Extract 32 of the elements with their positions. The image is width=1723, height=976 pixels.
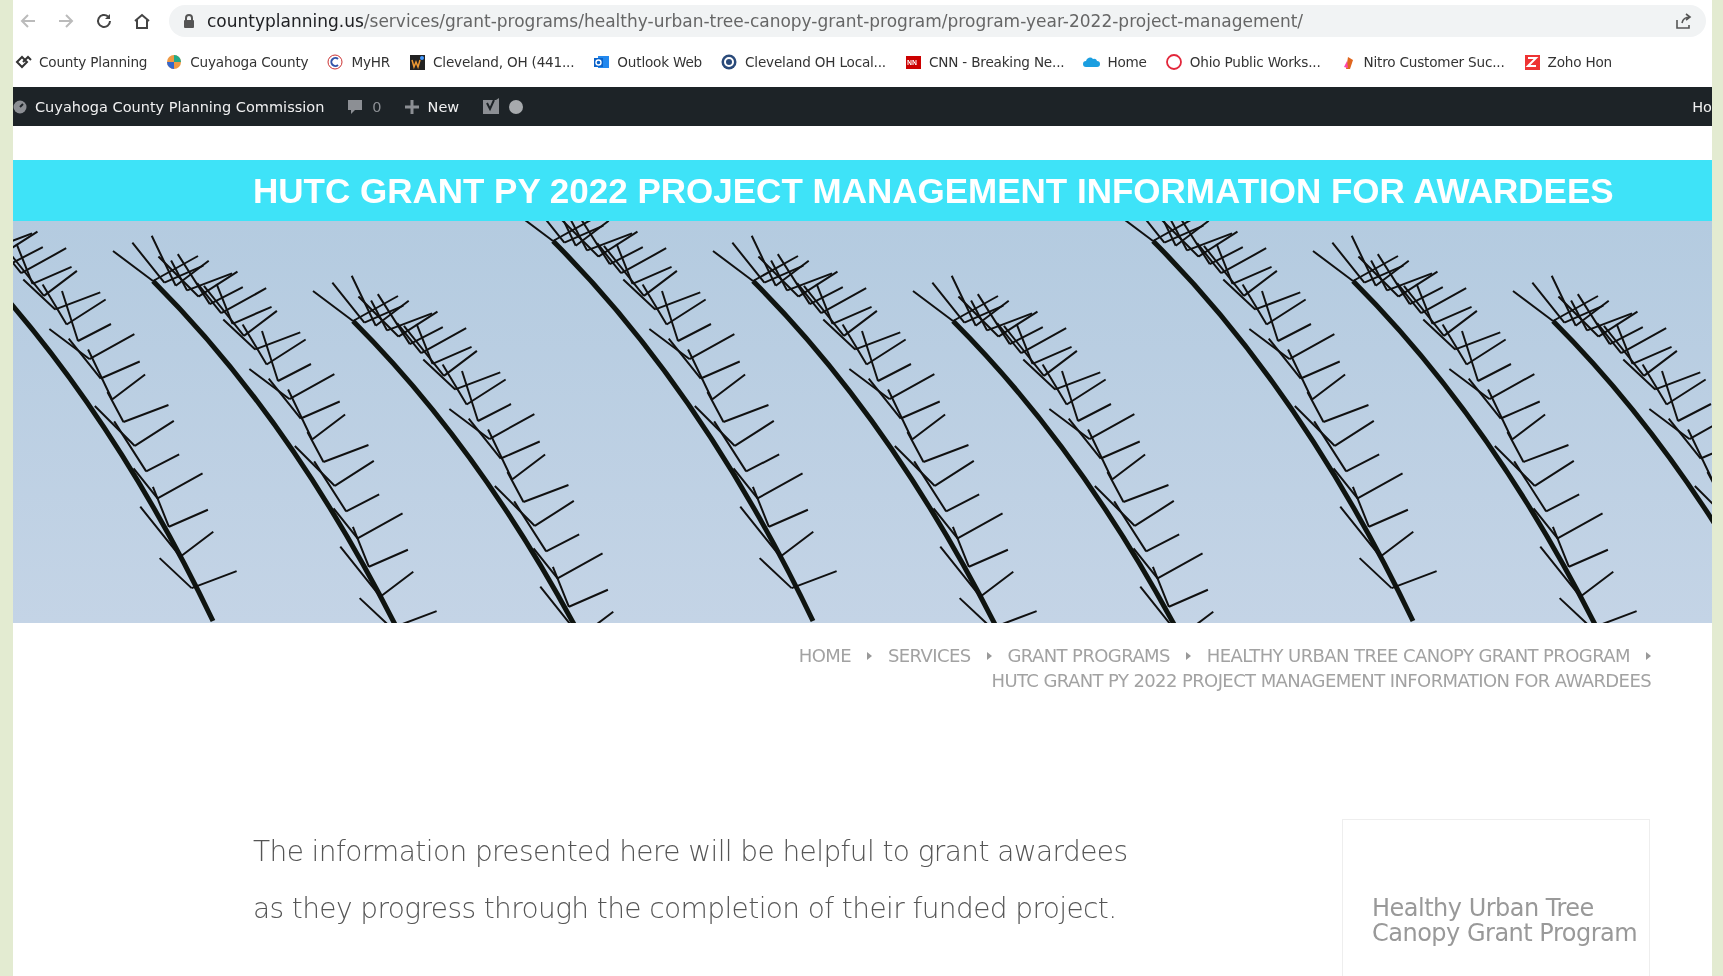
page-title-banner: HUTC GRANT PY 2022 PROJECT MANAGEMENT INFORMATION FOR AWARDEES: [13, 160, 1712, 221]
address-bar[interactable]: countyplanning.us/services/grant-programs/healthy-urban-tree-canopy-grant-program/program-year-2022-project-management/: [169, 5, 1706, 37]
bookmark[interactable]: Cleveland OH Local...: [721, 53, 886, 71]
admin-site-link[interactable]: Cuyahoga County Planning Commission: [13, 98, 325, 115]
home-icon[interactable]: [133, 12, 151, 30]
bookmark[interactable]: Nitro Customer Suc...: [1339, 53, 1505, 71]
bookmark[interactable]: Cleveland, OH (441...: [409, 53, 575, 71]
bookmark[interactable]: Outlook Web: [593, 53, 703, 71]
bookmark[interactable]: Cuyahoga County: [166, 53, 309, 71]
status-dot-icon: [509, 99, 524, 114]
bookmark[interactable]: Home: [1083, 53, 1147, 71]
intro-paragraph: The information presented here will be helpful to grant awardees as they progress through the completion of their funded project.: [253, 834, 1129, 927]
chevron-right-icon: [1185, 651, 1191, 660]
bookmark[interactable]: Zoho Hon: [1523, 53, 1612, 71]
breadcrumb-current: HUTC GRANT PY 2022 PROJECT MANAGEMENT INFORMATION FOR AWARDEES: [991, 670, 1651, 691]
chevron-right-icon: [986, 651, 992, 660]
admin-account-link[interactable]: Ho: [1692, 98, 1712, 115]
comment-icon: [346, 97, 365, 116]
bookmark[interactable]: CNN - Breaking Ne...: [905, 53, 1065, 71]
plus-icon: [403, 98, 420, 115]
bookmark[interactable]: Ohio Public Works...: [1165, 53, 1321, 71]
chevron-right-icon: [1646, 651, 1651, 660]
new-link[interactable]: New: [403, 98, 460, 115]
bookmark[interactable]: MyHR: [327, 53, 391, 71]
comments-link[interactable]: 0: [346, 97, 382, 116]
sidebar-title: Healthy Urban Tree Canopy Grant Program: [1372, 896, 1639, 946]
lock-icon: [183, 14, 195, 28]
url-text: countyplanning.us/services/grant-programs/healthy-urban-tree-canopy-grant-program/program-year-2022-project-management/: [207, 11, 1304, 31]
bookmark[interactable]: County Planning: [15, 53, 148, 71]
share-icon[interactable]: [1674, 12, 1692, 30]
chevron-right-icon: [867, 651, 872, 660]
reload-icon[interactable]: [95, 12, 113, 30]
